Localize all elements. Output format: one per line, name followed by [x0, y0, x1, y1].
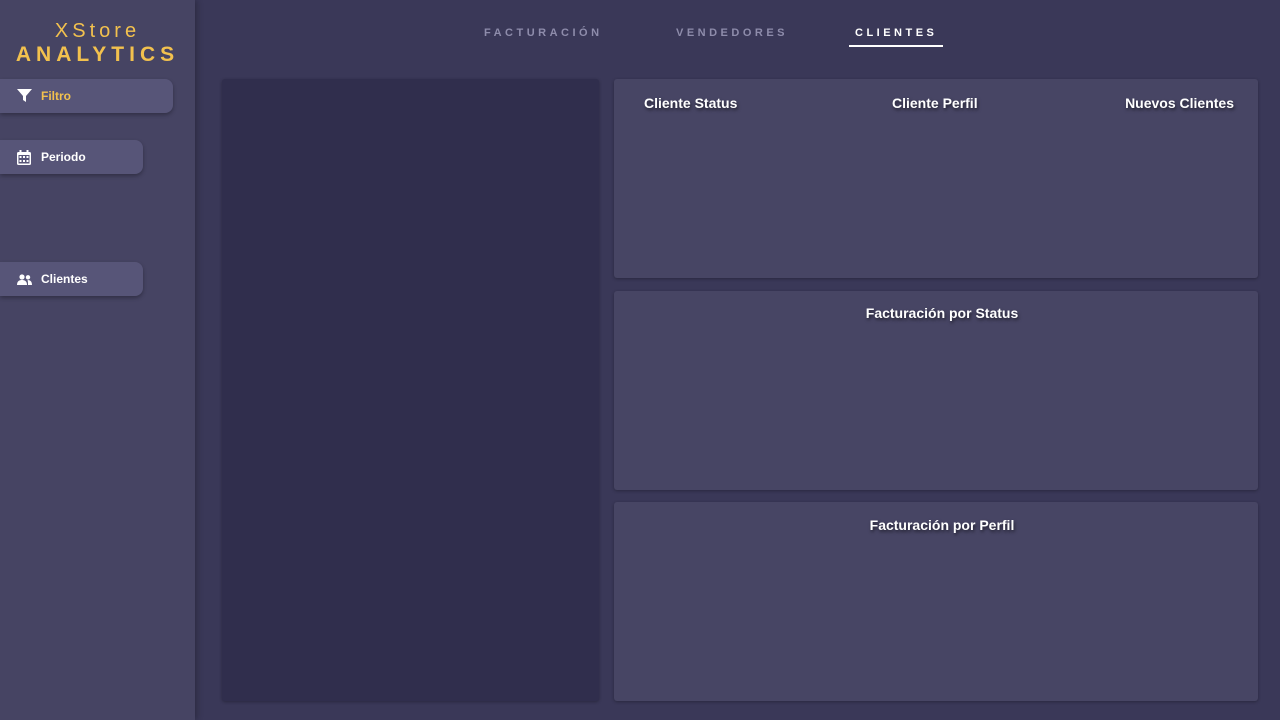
app-root: XStore ANALYTICS Filtro Periodo Clientes…: [0, 0, 1280, 720]
filter-button[interactable]: Filtro: [0, 79, 173, 113]
clients-list-panel: [222, 79, 599, 701]
cliente-perfil-title: Cliente Perfil: [892, 95, 978, 111]
cliente-status-title: Cliente Status: [644, 95, 738, 111]
top-tabs: FACTURACIÓN VENDEDORES CLIENTES: [195, 0, 1280, 60]
calendar-icon: [16, 149, 32, 165]
billing-by-profile-card: Facturación por Perfil: [614, 502, 1258, 701]
brand-name: XStore: [54, 20, 141, 42]
users-icon: [16, 271, 32, 287]
sidebar: XStore ANALYTICS Filtro Periodo Clientes: [0, 0, 195, 720]
filter-icon: [16, 88, 32, 104]
clients-summary-card: Cliente Status Cliente Perfil Nuevos Cli…: [614, 79, 1258, 278]
clients-button[interactable]: Clientes: [0, 262, 143, 296]
filter-button-label: Filtro: [41, 89, 71, 103]
tab-facturacion[interactable]: FACTURACIÓN: [484, 27, 603, 39]
tab-clientes[interactable]: CLIENTES: [855, 27, 937, 39]
brand-subtitle: ANALYTICS: [15, 43, 180, 66]
active-tab-indicator: [849, 45, 943, 47]
billing-by-status-card: Facturación por Status: [614, 291, 1258, 490]
billing-by-profile-title: Facturación por Perfil: [869, 517, 1015, 533]
billing-by-status-title: Facturación por Status: [865, 305, 1019, 321]
nuevos-clientes-title: Nuevos Clientes: [1125, 95, 1234, 111]
period-button-label: Periodo: [41, 150, 86, 164]
clients-button-label: Clientes: [41, 272, 88, 286]
period-button[interactable]: Periodo: [0, 140, 143, 174]
tab-vendedores[interactable]: VENDEDORES: [676, 27, 788, 39]
